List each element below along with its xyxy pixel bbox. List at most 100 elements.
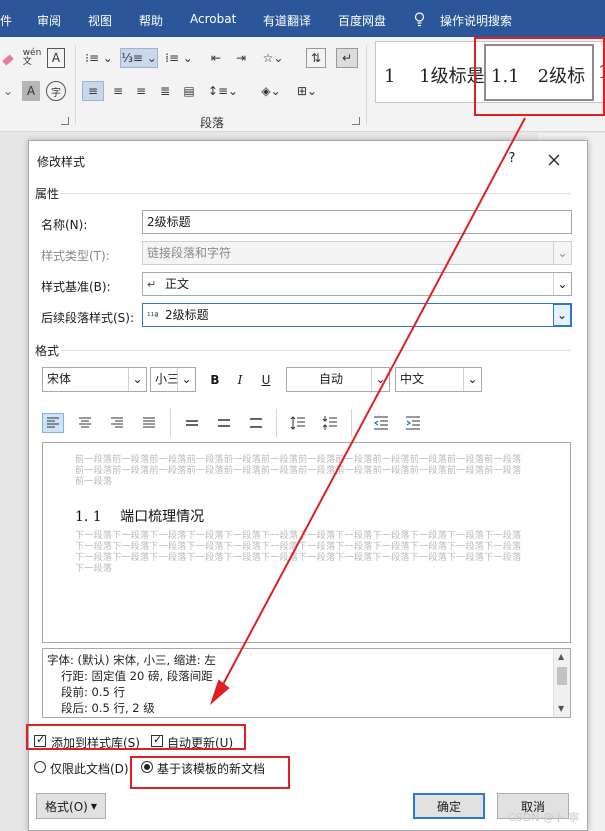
eraser-icon[interactable] [0, 50, 16, 70]
chinese-layout-icon[interactable]: ☆⌄ [259, 48, 287, 68]
scroll-down-icon[interactable]: ▼ [558, 704, 564, 713]
based-on-select[interactable]: ↵ 正文 ⌄ [142, 272, 572, 296]
format-menu-button[interactable]: 格式(O) ▼ [36, 793, 106, 819]
help-button[interactable]: ? [505, 151, 519, 169]
borders-icon[interactable]: ⊞⌄ [292, 81, 322, 101]
paragraph-dialog-launcher-icon[interactable] [352, 117, 360, 125]
justify-button[interactable] [138, 413, 160, 433]
phonetic-guide-icon[interactable]: wén 文 [22, 48, 42, 68]
shading-icon[interactable]: ◈⌄ [256, 81, 286, 101]
bullets-icon[interactable]: ⁝≡ ⌄ [82, 48, 116, 68]
decrease-indent-button[interactable] [370, 413, 392, 433]
space-after-icon [322, 416, 337, 430]
description-line: 行距: 固定值 20 磅, 段落间距 [61, 669, 213, 683]
ok-button[interactable]: 确定 [413, 793, 485, 819]
dropdown-arrow-icon[interactable]: ⌄ [2, 81, 14, 101]
character-border-icon[interactable]: A [47, 48, 65, 68]
add-to-gallery-checkbox[interactable]: ✓ [34, 733, 46, 747]
preview-next-paragraph: 下一段落下一段落下一段落下一段落下一段落下一段落下一段落下一段落下一段落下一段落… [75, 531, 522, 574]
script-select[interactable]: 中文 ⌄ [395, 367, 482, 392]
next-style-label: 后续段落样式(S): [41, 311, 135, 325]
distributed-icon[interactable]: ▤ [178, 81, 200, 101]
add-to-gallery-label[interactable]: 添加到样式库(S) [51, 734, 140, 751]
align-center-icon [79, 417, 91, 428]
font-size-select[interactable]: 小三 ⌄ [150, 367, 196, 392]
scroll-up-icon[interactable]: ▲ [558, 652, 564, 661]
separator [170, 409, 171, 437]
separator [351, 409, 352, 437]
style-type-label: 样式类型(T): [41, 249, 110, 263]
tab-acrobat[interactable]: Acrobat [190, 12, 236, 26]
align-right-icon[interactable]: ≡ [130, 81, 152, 101]
font-size-value: 小三 [155, 372, 180, 386]
description-scrollbar[interactable]: ▲ ▼ [553, 649, 570, 717]
styles-gallery: 1 1级标是 1.1 2级标 1 [375, 41, 605, 103]
new-documents-label[interactable]: 基于该模板的新文档 [157, 760, 265, 777]
checkmark-icon: ✓ [36, 733, 46, 746]
one-half-spacing-button[interactable] [213, 413, 235, 433]
new-documents-radio[interactable] [141, 761, 153, 773]
next-style-value: 2级标题 [165, 308, 209, 322]
character-shading-icon[interactable]: A [22, 81, 40, 101]
increase-spacing-before-button[interactable] [287, 413, 309, 433]
align-left-button[interactable] [42, 413, 64, 433]
italic-button[interactable]: I [230, 370, 250, 390]
divider [61, 193, 571, 194]
double-spacing-button[interactable] [245, 413, 267, 433]
watermark: CSDN @卜 寧 [508, 811, 580, 824]
align-center-button[interactable] [74, 413, 96, 433]
style-heading-1[interactable]: 1 1级标是 [384, 62, 485, 88]
properties-section-label: 属性 [35, 187, 60, 201]
name-label: 名称(N): [41, 218, 88, 232]
separator [276, 409, 277, 437]
single-spacing-button[interactable] [181, 413, 203, 433]
style-type-select[interactable]: 链接段落和字符 ⌄ [142, 241, 572, 265]
caret-down-icon: ▼ [90, 801, 97, 811]
font-name-select[interactable]: 宋体 ⌄ [42, 367, 147, 392]
show-marks-icon[interactable]: ↵ [336, 48, 358, 68]
style-description: 字体: (默认) 宋体, 小三, 缩进: 左 行距: 固定值 20 磅, 段落间… [42, 648, 571, 718]
tab-youdao-translate[interactable]: 有道翻译 [263, 12, 311, 29]
align-center-icon[interactable]: ≡ [107, 81, 129, 101]
single-spacing-icon [186, 420, 198, 426]
tell-me-search[interactable]: 操作说明搜索 [440, 12, 512, 29]
tab-file[interactable]: 件 [0, 12, 12, 29]
preview-heading: 1. 1 端口梳理情况 [75, 509, 205, 525]
style-heading-2[interactable]: 1.1 2级标 [491, 62, 585, 88]
numbering-icon[interactable]: ⅓≡ ⌄ [120, 48, 158, 68]
align-left-icon [47, 417, 59, 428]
sort-icon[interactable]: ⇅ [306, 48, 326, 68]
decrease-spacing-button[interactable] [319, 413, 341, 433]
style-name-input[interactable]: 2级标题 [142, 210, 572, 234]
next-style-select[interactable]: ¹¹ª 2级标题 ⌄ [142, 303, 572, 327]
font-dialog-launcher-icon[interactable] [61, 117, 69, 125]
tab-help[interactable]: 帮助 [139, 12, 163, 29]
line-spacing-icon[interactable]: ↕≡⌄ [206, 81, 240, 101]
increase-indent-button[interactable] [402, 413, 424, 433]
chevron-down-icon: ⌄ [553, 304, 571, 326]
font-color-select[interactable]: 自动 ⌄ [286, 367, 390, 392]
scrollbar-thumb[interactable] [557, 667, 567, 685]
increase-indent-icon[interactable]: ⇥ [230, 48, 252, 68]
decrease-indent-icon[interactable]: ⇤ [205, 48, 227, 68]
chevron-down-icon: ⌄ [128, 368, 146, 391]
tab-review[interactable]: 审阅 [37, 12, 61, 29]
lightbulb-icon [414, 12, 425, 27]
underline-button[interactable]: U [256, 370, 276, 390]
auto-update-label[interactable]: 自动更新(U) [167, 734, 233, 751]
align-left-icon[interactable]: ≡ [82, 81, 104, 101]
justify-icon[interactable]: ≣ [154, 81, 176, 101]
align-right-button[interactable] [106, 413, 128, 433]
close-icon[interactable] [543, 149, 565, 171]
double-spacing-icon [250, 418, 262, 428]
multilevel-list-icon[interactable]: ⁞≡ ⌄ [162, 48, 196, 68]
bold-button[interactable]: B [205, 370, 225, 390]
style-next[interactable]: 1 [598, 62, 605, 83]
tab-baidu-netdisk[interactable]: 百度网盘 [338, 12, 386, 29]
enclose-characters-icon[interactable]: 字 [46, 81, 66, 101]
paragraph-style-icon: ↵ [147, 278, 157, 291]
only-this-document-radio[interactable] [34, 761, 46, 773]
only-this-document-label[interactable]: 仅限此文档(D) [50, 760, 129, 777]
auto-update-checkbox[interactable]: ✓ [151, 734, 163, 747]
tab-view[interactable]: 视图 [88, 12, 112, 29]
